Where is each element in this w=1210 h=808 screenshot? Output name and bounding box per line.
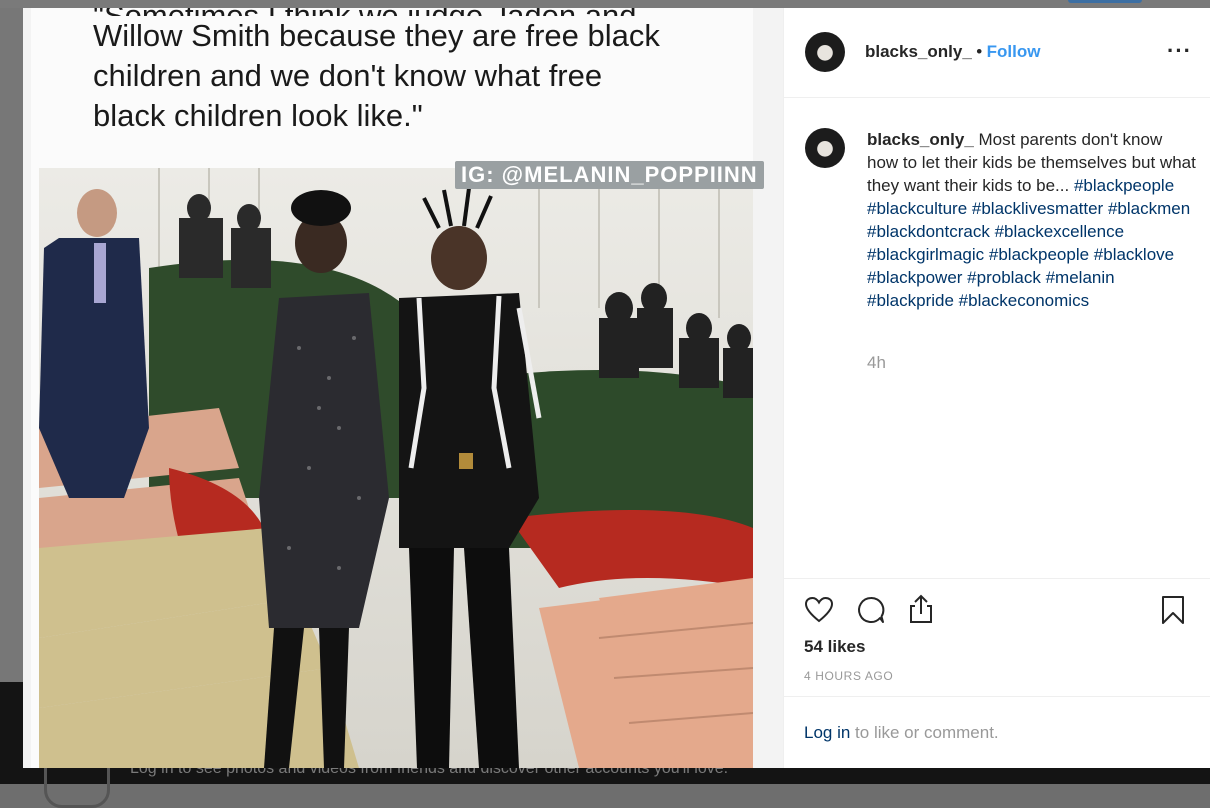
author-avatar[interactable] <box>805 32 845 72</box>
quote-line: children and we don't know what free <box>93 58 603 93</box>
red-carpet-photo <box>39 168 753 768</box>
bookmark-save-icon[interactable] <box>1160 595 1186 625</box>
login-rest: to like or comment. <box>850 723 999 742</box>
login-text: Log in to like or comment. <box>804 723 999 743</box>
meme-quote: "Sometimes I think we judge Jaden and Wi… <box>93 8 743 136</box>
more-options-button[interactable]: ··· <box>1167 38 1192 64</box>
quote-line: Willow Smith because they are free black <box>93 18 660 53</box>
caption-username[interactable]: blacks_only_ <box>867 130 974 149</box>
caption-hashtags[interactable]: #blackpeople #blackculture #blacklivesma… <box>867 176 1190 310</box>
post-age: 4 HOURS AGO <box>804 669 894 683</box>
post-header: blacks_only_ • Follow ··· <box>784 8 1210 98</box>
page-dim-left <box>0 8 23 784</box>
header-meta: blacks_only_ • Follow <box>865 42 1040 62</box>
separator-dot: • <box>976 42 983 61</box>
caption-avatar[interactable] <box>805 128 845 168</box>
image-watermark: IG: @MELANIN_POPPIINN <box>455 161 764 189</box>
quote-cut-line: "Sometimes I think we judge Jaden and <box>93 8 743 16</box>
follow-button[interactable]: Follow <box>987 42 1041 61</box>
post-caption: blacks_only_ Most parents don't know how… <box>867 128 1197 312</box>
like-heart-icon[interactable] <box>804 595 834 625</box>
share-upload-icon[interactable] <box>906 593 936 625</box>
caption-timestamp: 4h <box>867 353 886 372</box>
background-button <box>1068 0 1142 3</box>
comment-bubble-icon[interactable] <box>856 595 886 625</box>
author-username[interactable]: blacks_only_ <box>865 42 972 61</box>
photo-illustration <box>39 168 753 768</box>
like-count[interactable]: 54 likes <box>804 637 865 657</box>
post-actions: 54 likes 4 HOURS AGO <box>784 578 1210 697</box>
page-dim-top <box>0 0 1210 8</box>
quote-line: black children look like." <box>93 98 423 133</box>
post-modal: "Sometimes I think we judge Jaden and Wi… <box>23 8 1210 768</box>
login-link[interactable]: Log in <box>804 723 850 742</box>
post-image[interactable]: "Sometimes I think we judge Jaden and Wi… <box>23 8 783 768</box>
login-prompt: Log in to like or comment. <box>784 696 1210 769</box>
post-sidebar: blacks_only_ • Follow ··· blacks_only_ M… <box>783 8 1210 768</box>
